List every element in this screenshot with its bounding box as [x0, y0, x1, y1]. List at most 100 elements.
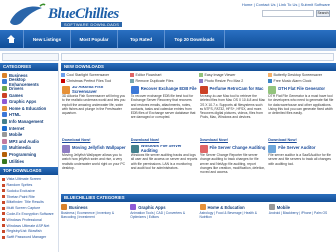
category-icon: [199, 204, 206, 210]
nav-top-rated[interactable]: Top Rated: [118, 30, 165, 48]
top-download-label: Random Sprites: [6, 183, 33, 187]
main-nav: New Listings Most Popular Top Rated Top …: [0, 30, 336, 48]
card-title[interactable]: Recover Exchange EDB File: [141, 87, 197, 91]
nav-most-popular[interactable]: Most Popular: [71, 30, 118, 48]
category-column-title[interactable]: Business: [61, 204, 128, 210]
sidebar-category-item[interactable]: Programming: [2, 151, 56, 158]
top-download-label: Code-Ex Encryption Software: [6, 211, 54, 216]
card-title-row: DTH Flat File Generator: [268, 86, 335, 94]
brand-tagline: SOFTWARE DOWNLOADS: [61, 22, 123, 27]
bullet-icon: [2, 212, 5, 216]
category-column-label: Home & Education: [207, 204, 245, 210]
bullet-icon: [2, 229, 5, 233]
sidebar-category-item[interactable]: Multimedia: [2, 145, 56, 152]
card-title-row: File Server Auditor: [268, 145, 335, 153]
new-download-label: Remove Duplicate Files: [135, 79, 174, 84]
card-title[interactable]: Windows File Server Auditing: [141, 145, 198, 153]
new-download-link[interactable]: Cool Starlight Screensaver: [61, 72, 129, 78]
subcategory-links[interactable]: Animation Tools | CAD | Converters & Opt…: [130, 211, 197, 220]
sidebar-category-label: Multimedia: [9, 145, 31, 151]
left-banner: [2, 53, 59, 61]
sidebar-category-item[interactable]: Internet: [2, 125, 56, 132]
nav-top-20[interactable]: Top 20 Downloads: [165, 30, 225, 48]
top-download-label: Multi Screen Capture: [6, 206, 41, 211]
sidebar-category-item[interactable]: MP3 and Audio: [2, 138, 56, 145]
top-download-label: Swift Password Manager: [6, 235, 47, 240]
subcategory-links[interactable]: Astrology | Food & Beverage | Health & N…: [200, 211, 267, 220]
new-download-link[interactable]: Photo Resize Pro Max 2: [199, 79, 267, 85]
card-title[interactable]: DTH Flat File Generator: [278, 87, 325, 91]
new-download-link[interactable]: Christmas Perfect Files Tool: [61, 79, 129, 85]
new-download-link[interactable]: Remove Duplicate Files: [130, 79, 198, 85]
app-icon: [199, 72, 203, 77]
bullet-icon: [2, 195, 5, 199]
top-download-label: Windows Professional: [6, 217, 42, 222]
sidebar-category-item[interactable]: Graphic Apps: [2, 98, 56, 105]
category-icon: [2, 125, 7, 131]
search-input[interactable]: [262, 10, 314, 17]
top-download-label: Windows Ultimate ASP.Net: [6, 223, 50, 228]
new-download-link[interactable]: Butterfly Desktop Screensaver: [268, 72, 336, 78]
sidebar-category-item[interactable]: Utilities: [2, 158, 56, 165]
card-title-row: 3D Alkonia Fish Screensaver: [62, 86, 129, 94]
download-now-link[interactable]: Download Now!: [268, 138, 296, 142]
software-icon: [199, 145, 208, 153]
card-title[interactable]: File Server Change Auditing: [210, 146, 266, 150]
card-title[interactable]: 3D Alkonia Fish Screensaver: [72, 86, 129, 94]
top-download-item[interactable]: Swift Password Manager: [2, 234, 56, 240]
sidebar-category-label: Internet: [9, 125, 25, 131]
top-links[interactable]: Home | Contact Us | Link To Us | Submit …: [242, 2, 330, 7]
card-title[interactable]: Moving Jellyfish Wallpaper: [72, 146, 126, 150]
software-icon: [268, 145, 277, 153]
download-now-link[interactable]: Download Now!: [62, 138, 90, 142]
sidebar-category-item[interactable]: Home & Education: [2, 105, 56, 112]
category-column: Mobile Android | Blackberry | iPhone | Pa…: [268, 204, 336, 220]
card-title-row: Windows File Server Auditing: [130, 145, 198, 153]
nav-home[interactable]: [0, 30, 24, 48]
sidebar-category-label: HTML: [9, 112, 21, 118]
software-icon: [130, 145, 139, 153]
search-button[interactable]: Search: [316, 10, 330, 17]
sidebar-category-item[interactable]: HTML: [2, 112, 56, 119]
new-download-link[interactable]: Free Music Alarm Clock: [268, 79, 336, 85]
app-icon: [61, 72, 65, 77]
new-download-link[interactable]: Editor Flowchart: [130, 72, 198, 78]
top-download-label: Blitzfinder: Title Results: [6, 200, 44, 205]
card-title[interactable]: Perfume RetroCam for Mac: [210, 87, 264, 91]
top-downloads-heading: TOP DOWNLOADS: [0, 167, 58, 176]
page: BlueChillies SOFTWARE DOWNLOADS Home | C…: [0, 0, 336, 252]
bullet-icon: [2, 183, 5, 187]
category-column: Graphic Apps Animation Tools | CAD | Conv…: [130, 204, 197, 220]
new-download-link[interactable]: Easy Image Viewer: [199, 72, 267, 78]
card-title-row: Moving Jellyfish Wallpaper: [62, 145, 129, 153]
software-card: Perfume RetroCam for Mac An easy-to-use M…: [199, 86, 267, 143]
category-column-title[interactable]: Graphic Apps: [130, 204, 197, 210]
download-now-link[interactable]: Download Now!: [131, 138, 159, 142]
software-icon: [62, 145, 70, 153]
sidebar-category-item[interactable]: Mobile: [2, 131, 56, 138]
sidebar-category-label: MP3 and Audio: [9, 138, 40, 144]
sidebar-category-item[interactable]: Info Management: [2, 118, 56, 125]
category-icon: [2, 158, 7, 164]
category-column-title[interactable]: Mobile: [268, 204, 336, 210]
nav-new-listings[interactable]: New Listings: [24, 30, 71, 48]
brand-name: BlueChillies: [48, 6, 119, 22]
new-download-label: Photo Resize Pro Max 2: [204, 79, 244, 84]
category-column-title[interactable]: Home & Education: [199, 204, 267, 210]
card-title-row: Recover Exchange EDB File: [130, 86, 198, 94]
subcategory-links[interactable]: Business | Ecommerce | Inventory & Barco…: [61, 211, 128, 220]
sidebar-category-item[interactable]: Desktop Enhancements: [2, 77, 56, 87]
site-logo[interactable]: BlueChillies SOFTWARE DOWNLOADS: [6, 2, 136, 27]
sidebar-category-item[interactable]: Games: [2, 92, 56, 99]
subcategory-links[interactable]: Android | Blackberry | iPhone | Palm OS: [269, 211, 336, 215]
card-title[interactable]: File Server Auditor: [278, 146, 315, 150]
card-description: File server auditor is a SaaSAuditor for…: [268, 153, 331, 166]
top-download-label: Sudoku Exclusive: [6, 188, 35, 193]
category-icon: [2, 112, 7, 118]
download-now-link[interactable]: Download Now!: [200, 138, 228, 142]
category-column: Home & Education Astrology | Food & Bever…: [199, 204, 267, 220]
card-description: File Server Change Reporter file server …: [199, 153, 266, 175]
category-icon: [130, 204, 137, 210]
category-icon: [2, 151, 7, 157]
new-downloads-strip: Cool Starlight Screensaver Editor Flowcha…: [61, 71, 336, 85]
